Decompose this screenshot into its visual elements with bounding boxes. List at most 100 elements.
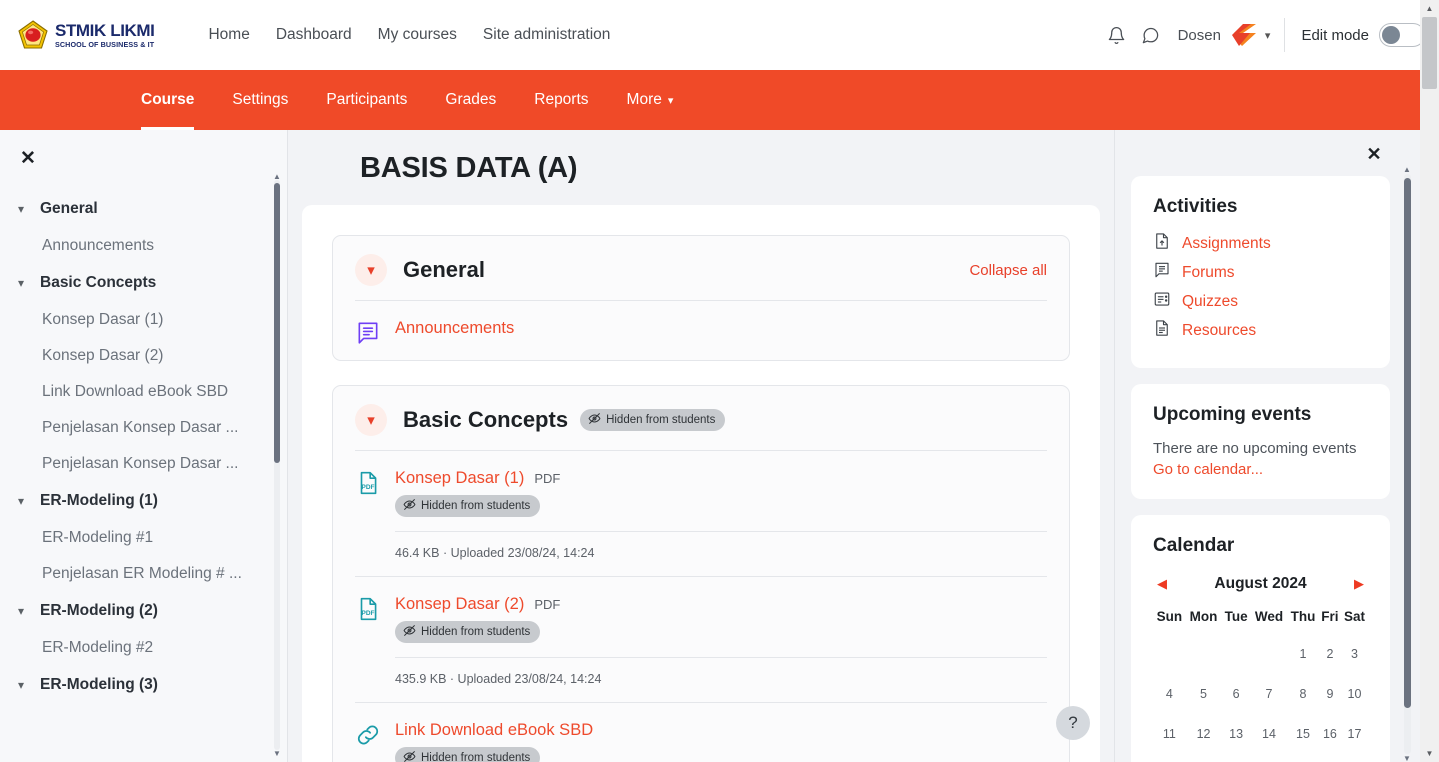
scroll-down-arrow-icon[interactable]: ▼	[1403, 754, 1411, 762]
scrollbar-thumb[interactable]	[1422, 17, 1437, 89]
status-badge-hidden: Hidden from students	[395, 747, 541, 762]
scroll-up-arrow-icon[interactable]: ▲	[1403, 165, 1411, 174]
edit-mode-toggle[interactable]	[1379, 23, 1425, 47]
brand-name: STMIK LIKMI	[55, 20, 155, 40]
course-index-section-er-modeling-2[interactable]: ▾ ER-Modeling (2)	[0, 592, 287, 630]
activity-link[interactable]: Konsep Dasar (1)	[395, 469, 524, 488]
stmik-likmi-emblem-icon	[18, 20, 48, 50]
status-badge-hidden: Hidden from students	[395, 495, 541, 517]
activity-badges: Hidden from students	[395, 747, 1047, 762]
calendar-day[interactable]: 8	[1287, 674, 1319, 714]
tab-reports[interactable]: Reports	[515, 70, 607, 130]
activities-item-resources[interactable]: Resources	[1153, 319, 1368, 342]
activity-link[interactable]: Link Download eBook SBD	[395, 721, 593, 740]
calendar-day[interactable]: 13	[1221, 714, 1251, 754]
calendar-day[interactable]: 10	[1341, 674, 1368, 714]
collapse-all-button[interactable]: Collapse all	[969, 262, 1047, 279]
course-index-scrollbar[interactable]: ▲ ▼	[273, 172, 281, 758]
nav-item-dashboard[interactable]: Dashboard	[276, 26, 352, 44]
go-to-calendar-link[interactable]: Go to calendar...	[1153, 461, 1263, 478]
tab-settings[interactable]: Settings	[213, 70, 307, 130]
scrollbar-thumb[interactable]	[274, 183, 280, 463]
section-collapse-toggle[interactable]: ▾	[355, 404, 387, 436]
activities-item-forums[interactable]: Forums	[1153, 261, 1368, 284]
section-collapse-toggle[interactable]: ▾	[355, 254, 387, 286]
activity-meta: 46.4 KB · Uploaded 23/08/24, 14:24	[395, 531, 1047, 560]
section-label: General	[40, 200, 98, 217]
tab-course[interactable]: Course	[122, 70, 213, 130]
calendar-day[interactable]: 5	[1186, 674, 1222, 714]
tab-grades[interactable]: Grades	[426, 70, 515, 130]
activity-badges: Hidden from students	[395, 621, 1047, 643]
course-index-section-general[interactable]: ▾ General	[0, 190, 287, 228]
nav-item-my-courses[interactable]: My courses	[378, 26, 457, 44]
calendar-day[interactable]: 11	[1153, 714, 1186, 754]
scroll-down-arrow-icon[interactable]: ▼	[1420, 745, 1439, 762]
calendar-day[interactable]: 2	[1319, 634, 1341, 674]
course-index-section-er-modeling-3[interactable]: ▾ ER-Modeling (3)	[0, 666, 287, 704]
tab-more[interactable]: More ▾	[608, 70, 693, 130]
activities-link[interactable]: Quizzes	[1182, 293, 1238, 311]
calendar-month-nav: ◀ August 2024 ▶	[1153, 575, 1368, 593]
calendar-day[interactable]: 7	[1251, 674, 1287, 714]
course-index-item-link-download-ebook[interactable]: Link Download eBook SBD	[0, 374, 287, 410]
course-index-item-penjelasan-konsep-dasar-1[interactable]: Penjelasan Konsep Dasar ...	[0, 410, 287, 446]
scroll-up-arrow-icon[interactable]: ▲	[273, 172, 281, 181]
calendar-day[interactable]: 6	[1221, 674, 1251, 714]
course-index-section-basic-concepts[interactable]: ▾ Basic Concepts	[0, 264, 287, 302]
course-index-item-konsep-dasar-2[interactable]: Konsep Dasar (2)	[0, 338, 287, 374]
activities-link[interactable]: Resources	[1182, 322, 1256, 340]
messages-icon[interactable]	[1134, 18, 1168, 52]
top-header: STMIK LIKMI SCHOOL OF BUSINESS & IT Home…	[0, 0, 1439, 70]
calendar-day[interactable]: 12	[1186, 714, 1222, 754]
calendar-day[interactable]	[1186, 634, 1222, 674]
activity-type-label: PDF	[534, 471, 561, 486]
scroll-down-arrow-icon[interactable]: ▼	[273, 749, 281, 758]
activities-link[interactable]: Assignments	[1182, 235, 1271, 253]
nav-item-home[interactable]: Home	[208, 26, 249, 44]
scrollbar-thumb[interactable]	[1404, 178, 1411, 708]
calendar-day[interactable]: 14	[1251, 714, 1287, 754]
user-menu[interactable]: ▾	[1231, 23, 1270, 47]
close-blocks-drawer-button[interactable]: ✕	[1358, 138, 1390, 170]
activity-link[interactable]: Konsep Dasar (2)	[395, 595, 524, 614]
blocks-drawer-scrollbar[interactable]: ▲ ▼	[1403, 165, 1411, 762]
calendar-next-month-button[interactable]: ▶	[1354, 576, 1364, 592]
course-index-item-er-modeling-1[interactable]: ER-Modeling #1	[0, 520, 287, 556]
page-scrollbar[interactable]: ▲ ▼	[1420, 0, 1439, 762]
course-index-item-penjelasan-er-modeling[interactable]: Penjelasan ER Modeling # ...	[0, 556, 287, 592]
blocks-drawer: ✕ Activities Assignments Forums Quizzes …	[1114, 130, 1420, 762]
assignment-icon	[1153, 232, 1171, 255]
tab-participants[interactable]: Participants	[307, 70, 426, 130]
course-index-item-er-modeling-2[interactable]: ER-Modeling #2	[0, 630, 287, 666]
close-course-index-button[interactable]: ✕	[8, 138, 48, 178]
calendar-day[interactable]	[1221, 634, 1251, 674]
brand-logo[interactable]: STMIK LIKMI SCHOOL OF BUSINESS & IT	[18, 20, 155, 50]
help-button[interactable]: ?	[1056, 706, 1090, 740]
calendar-day[interactable]: 15	[1287, 714, 1319, 754]
activity-link[interactable]: Announcements	[395, 319, 514, 338]
calendar-day[interactable]: 4	[1153, 674, 1186, 714]
course-index-section-er-modeling-1[interactable]: ▾ ER-Modeling (1)	[0, 482, 287, 520]
calendar-day[interactable]: 9	[1319, 674, 1341, 714]
activities-item-quizzes[interactable]: Quizzes	[1153, 290, 1368, 313]
calendar-day[interactable]	[1251, 634, 1287, 674]
pdf-file-icon: PDF	[355, 470, 381, 496]
course-index-item-konsep-dasar-1[interactable]: Konsep Dasar (1)	[0, 302, 287, 338]
activity-body: Link Download eBook SBD Hidden from stud…	[395, 721, 1047, 762]
calendar-day[interactable]: 1	[1287, 634, 1319, 674]
activities-item-assignments[interactable]: Assignments	[1153, 232, 1368, 255]
course-index-item-penjelasan-konsep-dasar-2[interactable]: Penjelasan Konsep Dasar ...	[0, 446, 287, 482]
nav-item-site-administration[interactable]: Site administration	[483, 26, 611, 44]
course-index-item-announcements[interactable]: Announcements	[0, 228, 287, 264]
calendar-day[interactable]	[1153, 634, 1186, 674]
scroll-up-arrow-icon[interactable]: ▲	[1420, 0, 1439, 17]
activities-link[interactable]: Forums	[1182, 264, 1235, 282]
notifications-bell-icon[interactable]	[1100, 18, 1134, 52]
edit-mode-control[interactable]: Edit mode	[1301, 23, 1425, 47]
calendar-day[interactable]: 16	[1319, 714, 1341, 754]
calendar-prev-month-button[interactable]: ◀	[1157, 576, 1167, 592]
calendar-day[interactable]: 3	[1341, 634, 1368, 674]
activity-body: Konsep Dasar (2) PDF Hidden from student…	[395, 595, 1047, 686]
calendar-day[interactable]: 17	[1341, 714, 1368, 754]
